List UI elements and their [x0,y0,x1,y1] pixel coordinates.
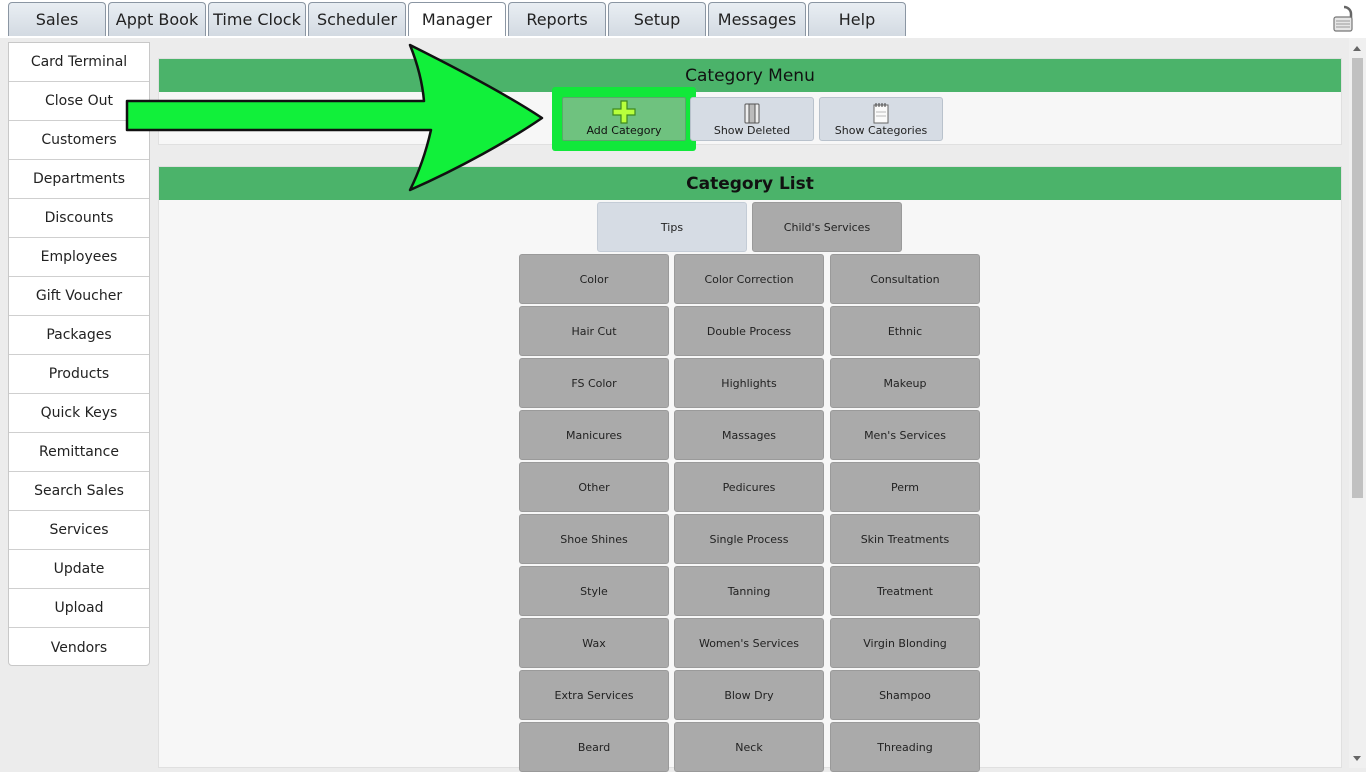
category-button-ethnic[interactable]: Ethnic [830,306,980,356]
category-button-blow-dry[interactable]: Blow Dry [674,670,824,720]
category-button-childs-services[interactable]: Child's Services [752,202,902,252]
show-categories-label: Show Categories [834,124,928,137]
category-button-fs-color[interactable]: FS Color [519,358,669,408]
menu-item-products[interactable]: Products [9,355,149,394]
category-button-shampoo[interactable]: Shampoo [830,670,980,720]
add-category-label: Add Category [586,124,662,137]
menu-item-upload[interactable]: Upload [9,589,149,628]
scroll-down-icon[interactable] [1353,756,1361,761]
menu-item-discounts[interactable]: Discounts [9,199,149,238]
menu-item-packages[interactable]: Packages [9,316,149,355]
tab-setup[interactable]: Setup [608,2,706,36]
notepad-icon [873,103,889,124]
category-button-color-correction[interactable]: Color Correction [674,254,824,304]
lock-icon[interactable] [1330,4,1358,34]
category-button-tanning[interactable]: Tanning [674,566,824,616]
category-button-men-s-services[interactable]: Men's Services [830,410,980,460]
plus-icon [612,100,636,124]
tab-messages[interactable]: Messages [708,2,806,36]
category-button-highlights[interactable]: Highlights [674,358,824,408]
category-button-hair-cut[interactable]: Hair Cut [519,306,669,356]
category-list-panel: Category List Tips Child's Services Color C… [158,166,1342,772]
vertical-scrollbar[interactable] [1349,38,1366,768]
menu-item-search-sales[interactable]: Search Sales [9,472,149,511]
category-button-other[interactable]: Other [519,462,669,512]
menu-item-services[interactable]: Services [9,511,149,550]
category-button-consultation[interactable]: Consultation [830,254,980,304]
category-button-treatment[interactable]: Treatment [830,566,980,616]
category-button-tips[interactable]: Tips [597,202,747,252]
trash-icon [744,103,760,124]
category-button-double-process[interactable]: Double Process [674,306,824,356]
scroll-up-icon[interactable] [1353,46,1361,51]
category-button-virgin-blonding[interactable]: Virgin Blonding [830,618,980,668]
category-button-style[interactable]: Style [519,566,669,616]
category-button-extra-services[interactable]: Extra Services [519,670,669,720]
category-button-massages[interactable]: Massages [674,410,824,460]
category-button-wax[interactable]: Wax [519,618,669,668]
category-button-manicures[interactable]: Manicures [519,410,669,460]
tab-scheduler[interactable]: Scheduler [308,2,406,36]
category-button-beard[interactable]: Beard [519,722,669,772]
tab-help[interactable]: Help [808,2,906,36]
category-button-women-s-services[interactable]: Women's Services [674,618,824,668]
category-button-shoe-shines[interactable]: Shoe Shines [519,514,669,564]
tab-manager[interactable]: Manager [408,2,506,36]
menu-item-gift-voucher[interactable]: Gift Voucher [9,277,149,316]
add-category-button[interactable]: Add Category [562,97,686,141]
category-button-pedicures[interactable]: Pedicures [674,462,824,512]
menu-item-employees[interactable]: Employees [9,238,149,277]
category-button-makeup[interactable]: Makeup [830,358,980,408]
category-button-perm[interactable]: Perm [830,462,980,512]
category-button-skin-treatments[interactable]: Skin Treatments [830,514,980,564]
menu-item-remittance[interactable]: Remittance [9,433,149,472]
show-deleted-label: Show Deleted [713,124,791,137]
tab-time-clock[interactable]: Time Clock [208,2,306,36]
category-button-threading[interactable]: Threading [830,722,980,772]
show-categories-button[interactable]: Show Categories [819,97,943,141]
menu-item-quick-keys[interactable]: Quick Keys [9,394,149,433]
category-button-neck[interactable]: Neck [674,722,824,772]
tab-appt-book[interactable]: Appt Book [108,2,206,36]
top-tab-bar: Sales Appt Book Time Clock Scheduler Man… [0,0,1366,38]
add-category-highlight: Add Category [552,87,696,151]
tab-sales[interactable]: Sales [8,2,106,36]
tab-reports[interactable]: Reports [508,2,606,36]
show-deleted-button[interactable]: Show Deleted [690,97,814,141]
category-button-single-process[interactable]: Single Process [674,514,824,564]
menu-item-update[interactable]: Update [9,550,149,589]
scroll-thumb[interactable] [1352,58,1363,498]
menu-item-vendors[interactable]: Vendors [9,628,149,667]
category-button-color[interactable]: Color [519,254,669,304]
arrow-pointer-icon [125,43,544,192]
